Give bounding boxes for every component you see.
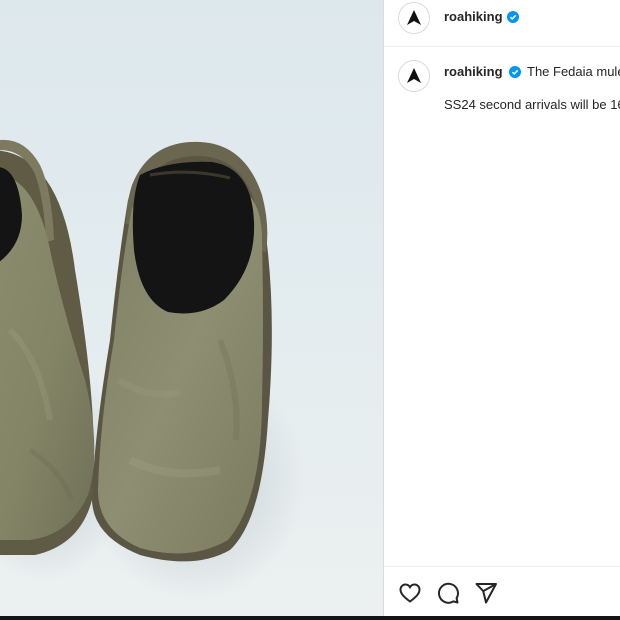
verified-badge-icon xyxy=(509,66,521,78)
mules-photo xyxy=(0,139,305,600)
instagram-post-view: roahiking roahiking The Fedaia mule SS24… xyxy=(0,0,620,620)
right-mule xyxy=(91,141,272,562)
roa-triangle-logo-icon xyxy=(407,10,421,25)
heart-icon[interactable] xyxy=(398,581,422,605)
post-actions-bar xyxy=(384,566,620,617)
caption-avatar[interactable] xyxy=(398,60,430,92)
window-bottom-edge xyxy=(0,616,620,620)
roa-triangle-logo-icon xyxy=(407,68,421,83)
author-avatar[interactable] xyxy=(398,2,430,34)
verified-badge-icon xyxy=(507,11,519,23)
post-header: roahiking xyxy=(384,0,620,47)
caption-body: SS24 second arrivals will be 16th. xyxy=(444,97,620,112)
caption-username-line: roahiking xyxy=(444,64,503,79)
post-sidebar: roahiking roahiking The Fedaia mule SS24… xyxy=(384,0,620,616)
author-username[interactable]: roahiking xyxy=(444,9,503,24)
caption-username[interactable]: roahiking xyxy=(444,64,503,79)
post-image[interactable] xyxy=(0,0,383,616)
comment-icon[interactable] xyxy=(436,581,460,605)
left-mule xyxy=(0,139,95,555)
paper-plane-icon[interactable] xyxy=(474,581,498,605)
caption-lead: The Fedaia mule xyxy=(527,64,620,79)
